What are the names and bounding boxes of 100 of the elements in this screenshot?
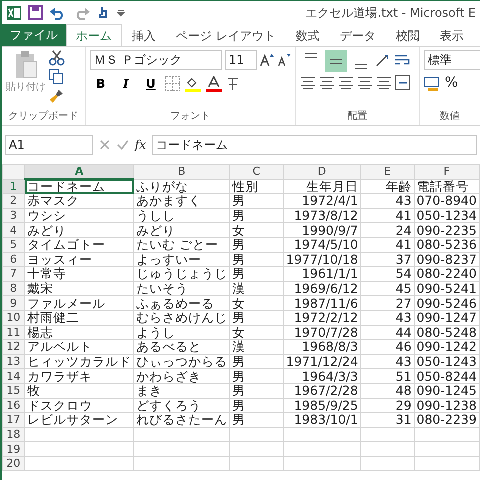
table-cell: 生年月日 [283,179,361,194]
underline-button[interactable]: U [140,73,162,95]
shrink-font-icon[interactable] [277,53,291,67]
increase-indent-icon[interactable] [376,76,392,90]
ribbon-tab[interactable]: 挿入 [122,24,166,46]
brush-icon[interactable] [49,88,65,104]
row-header[interactable]: 7 [2,266,25,282]
row-header[interactable]: 10 [2,310,25,326]
row-header[interactable]: 3 [2,208,25,223]
ribbon-tab[interactable]: 校閲 [386,24,430,46]
save-icon[interactable] [28,5,43,20]
spreadsheet-app-icon[interactable] [6,4,22,20]
table-cell: 男 [230,208,284,223]
column-header[interactable]: F [414,164,480,180]
table-cell: 43 [360,194,414,208]
number-format-dropdown[interactable]: 標準 [424,50,480,70]
row-header[interactable]: 2 [2,194,25,208]
table-cell: ウシシ [24,208,134,223]
column-header[interactable]: C [230,164,284,180]
table-cell: 1968/8/3 [283,340,361,354]
active-cell: コードネーム [24,179,134,194]
row-header[interactable]: 13 [2,354,25,369]
orientation-icon[interactable] [375,54,391,68]
table-cell: 41 [360,208,414,223]
column-header[interactable]: A [24,164,134,180]
row-header[interactable]: 18 [2,427,25,442]
scissors-icon[interactable] [49,50,65,66]
table-cell: 1973/8/12 [283,208,361,223]
table-cell: 男 [230,383,284,398]
percent-button[interactable]: % [445,73,458,94]
table-cell: 080-2240 [414,266,480,282]
align-right-icon[interactable] [338,76,354,90]
table-cell: 090-1245 [414,383,480,398]
table-cell: 090-5246 [414,296,480,310]
table-cell: 十常寺 [24,266,134,282]
table-cell: れびるさたーん [134,412,230,428]
align-lines-icon [305,53,317,58]
align-left-icon[interactable] [300,76,316,90]
copy-icon[interactable] [49,69,65,85]
table-cell: 1987/11/6 [283,296,361,310]
table-cell: 090-8237 [414,252,480,267]
align-center-icon[interactable] [319,76,335,90]
merge-cells-icon[interactable] [395,75,411,91]
italic-button[interactable]: I [115,73,137,95]
row-header[interactable]: 17 [2,412,25,428]
insert-function-button[interactable]: fx [135,136,146,154]
table-cell: 37 [360,252,414,267]
ribbon-tab[interactable]: 数式 [286,24,330,46]
ribbon-tab[interactable]: ホーム [66,24,122,46]
row-header[interactable]: 5 [2,237,25,252]
decrease-indent-icon[interactable] [357,76,373,90]
name-box[interactable]: A1 [5,135,93,155]
align-lines-icon [330,58,342,64]
clipboard-icon[interactable] [13,50,39,80]
table-cell: 1970/7/28 [283,325,361,340]
column-header[interactable]: E [360,164,414,180]
grow-font-icon[interactable] [260,53,274,67]
customize-dropdown-icon[interactable] [117,8,125,16]
table-cell: 性別 [230,179,284,194]
row-header[interactable]: 14 [2,368,25,384]
row-header[interactable]: 15 [2,383,25,398]
row-header[interactable]: 4 [2,222,25,238]
table-cell: 44 [360,325,414,340]
row-header[interactable]: 12 [2,340,25,354]
table-cell: 090-1247 [414,310,480,326]
font-name-dropdown[interactable]: ＭＳ Ｐゴシック [90,50,222,70]
column-header[interactable]: D [283,164,361,180]
table-cell: 1972/4/1 [283,194,361,208]
row-header[interactable]: 16 [2,398,25,413]
borders-icon[interactable] [165,76,181,92]
row-header[interactable]: 6 [2,252,25,267]
ribbon-tab[interactable]: ページ レイアウト [166,24,286,46]
bold-button[interactable]: B [90,73,112,95]
row-header[interactable]: 9 [2,296,25,310]
column-header[interactable]: B [134,164,230,180]
table-cell: みどり [24,222,134,238]
table-cell: 男 [230,398,284,413]
table-cell: みどり [134,222,230,238]
font-color-icon[interactable] [205,76,223,92]
vertical-align-button[interactable] [325,50,347,72]
table-cell: 43 [360,310,414,326]
table-cell: 080-2239 [414,412,480,428]
table-cell: 楊志 [24,325,134,340]
table-cell: ファルメール [24,296,134,310]
row-header[interactable]: 20 [2,456,25,471]
table-cell: 漢 [230,281,284,296]
fill-color-icon[interactable] [184,76,202,92]
file-tab[interactable]: ファイル [2,24,66,46]
row-header[interactable]: 1 [2,179,25,194]
row-header[interactable]: 8 [2,281,25,296]
table-cell: かわらざき [134,368,230,384]
row-header[interactable]: 11 [2,325,25,340]
font-size-dropdown[interactable]: 11 [225,50,257,70]
table-cell: 男 [230,194,284,208]
ribbon-tab[interactable]: データ [330,24,386,46]
ribbon-tab[interactable]: 表示 [430,24,474,46]
table-cell: 090-2235 [414,222,480,238]
row-header[interactable]: 19 [2,442,25,456]
formula-input[interactable]: コードネーム [152,135,477,155]
table-cell: 43 [360,354,414,369]
